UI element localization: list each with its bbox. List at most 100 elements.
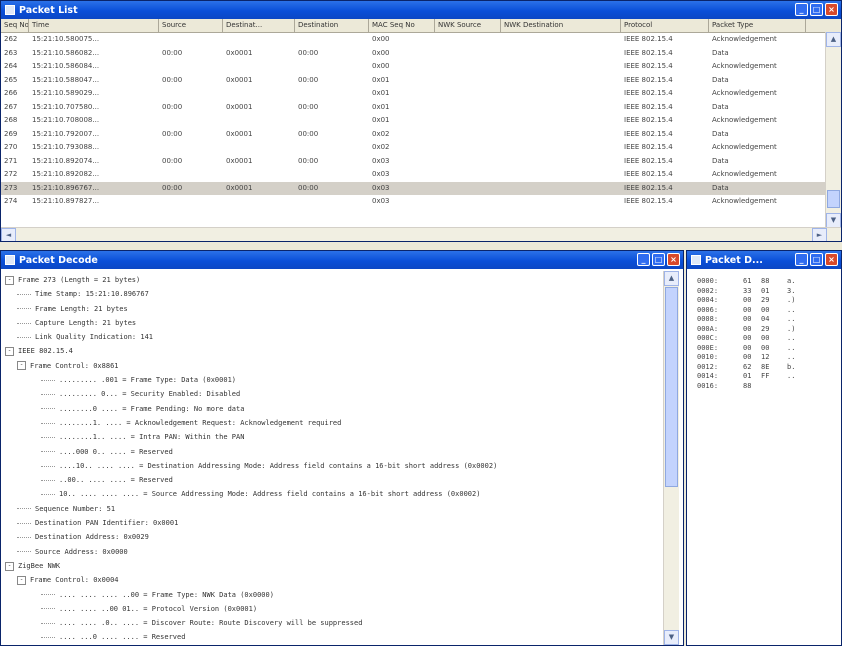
tree-node[interactable]: Destination Address: 0x0029 — [5, 530, 497, 544]
tree-node[interactable]: - Frame Control: 0x0004 — [5, 573, 497, 587]
collapse-toggle-icon[interactable]: - — [17, 575, 26, 585]
hex-row[interactable]: 000A: 00 29.) — [697, 325, 795, 335]
scroll-right-icon[interactable]: ► — [812, 228, 827, 241]
hex-offset: 0000: — [697, 277, 719, 285]
tree-node[interactable]: .... .... .... ..00 = Frame Type: NWK Da… — [5, 588, 497, 602]
tree-node-label: IEEE 802.15.4 — [18, 347, 73, 356]
tree-node[interactable]: .... .... ..00 01.. = Protocol Version (… — [5, 602, 497, 616]
minimize-icon[interactable]: _ — [637, 253, 650, 266]
table-cell — [223, 33, 295, 47]
tree-node[interactable]: Frame Length: 21 bytes — [5, 302, 497, 316]
hex-row[interactable]: 000E: 00 00.. — [697, 344, 795, 354]
tree-node[interactable]: 10.. .... .... .... = Source Addressing … — [5, 487, 497, 501]
collapse-toggle-icon[interactable]: - — [5, 347, 14, 357]
column-header[interactable]: Seq No — [1, 19, 29, 32]
tree-node-label: .... ...0 .... .... = Reserved — [59, 633, 186, 642]
table-row[interactable]: 272 15:21:10.892082... 0x03 IEEE 802.15.4 Ac… — [1, 168, 841, 182]
tree-node[interactable]: ......... .001 = Frame Type: Data (0x000… — [5, 373, 497, 387]
packet-decode-titlebar[interactable]: Packet Decode _ □ × — [1, 251, 683, 269]
hex-row[interactable]: 0004: 00 29.) — [697, 296, 795, 306]
tree-node[interactable]: ........0 .... = Frame Pending: No more … — [5, 402, 497, 416]
packet-data-titlebar[interactable]: Packet D... _ □ × — [687, 251, 841, 269]
hex-row[interactable]: 0006: 00 00.. — [697, 306, 795, 316]
tree-node[interactable]: - Frame 273 (Length = 21 bytes) — [5, 273, 497, 287]
column-header[interactable]: MAC Seq No — [369, 19, 435, 32]
table-row[interactable]: 274 15:21:10.897827... 0x03 IEEE 802.15.4 Ac… — [1, 195, 841, 209]
hex-row[interactable]: 0014: 01 FF.. — [697, 372, 795, 382]
packet-list-hscroll[interactable]: ◄ ► — [1, 227, 841, 241]
tree-node[interactable]: ..00.. .... .... = Reserved — [5, 473, 497, 487]
tree-node[interactable]: .... ...0 .... .... = Reserved — [5, 630, 497, 644]
hex-row[interactable]: 0016: 88 — [697, 382, 795, 392]
table-cell: 272 — [4, 170, 18, 178]
tree-node[interactable]: - Frame Control: 0x8861 — [5, 359, 497, 373]
maximize-icon[interactable]: □ — [652, 253, 665, 266]
tree-node[interactable]: ....10.. .... .... = Destination Address… — [5, 459, 497, 473]
table-row[interactable]: 267 15:21:10.707580... 00:00 0x0001 00:00 0x0… — [1, 101, 841, 115]
column-header[interactable]: Source — [159, 19, 223, 32]
column-header[interactable]: NWK Destination — [501, 19, 621, 32]
column-header[interactable]: NWK Source — [435, 19, 501, 32]
hex-row[interactable]: 0010: 00 12.. — [697, 353, 795, 363]
maximize-icon[interactable]: □ — [810, 253, 823, 266]
table-row[interactable]: 273 15:21:10.896767... 00:00 0x0001 00:00 0x0… — [1, 181, 841, 195]
minimize-icon[interactable]: _ — [795, 3, 808, 16]
column-header[interactable]: Packet Type — [709, 19, 806, 32]
column-header[interactable]: Destination — [295, 19, 369, 32]
table-row[interactable]: 270 15:21:10.793088... 0x02 IEEE 802.15.4 Ac… — [1, 141, 841, 155]
table-row[interactable]: 271 15:21:10.892074... 00:00 0x0001 00:00 0x0… — [1, 155, 841, 169]
close-icon[interactable]: × — [825, 253, 838, 266]
tree-node[interactable]: Time Stamp: 15:21:10.896767 — [5, 287, 497, 301]
column-header[interactable]: Protocol — [621, 19, 709, 32]
maximize-icon[interactable]: □ — [810, 3, 823, 16]
scroll-up-icon[interactable]: ▲ — [826, 32, 841, 47]
hex-row[interactable]: 0012: 62 8E b. — [697, 363, 795, 373]
tree-node[interactable]: ....000 0.. .... = Reserved — [5, 445, 497, 459]
hex-row[interactable]: 0000: 61 88 a. — [697, 277, 795, 287]
scroll-thumb[interactable] — [827, 190, 840, 208]
column-header[interactable]: Destinat... — [223, 19, 295, 32]
tree-node[interactable]: Capture Length: 21 bytes — [5, 316, 497, 330]
hex-row[interactable]: 000C: 00 00.. — [697, 334, 795, 344]
packet-list-vscroll[interactable]: ▲ ▼ — [825, 32, 841, 228]
tree-node[interactable]: .... .... .0.. .... = Discover Route: Ro… — [5, 616, 497, 630]
table-cell: 00:00 — [162, 183, 183, 192]
tree-node[interactable]: - ZigBee NWK — [5, 559, 497, 573]
scroll-down-icon[interactable]: ▼ — [664, 630, 679, 645]
hex-row[interactable]: 0002: 33 01 3. — [697, 287, 795, 297]
collapse-toggle-icon[interactable]: - — [5, 561, 14, 571]
tree-node[interactable]: Sequence Number: 51 — [5, 502, 497, 516]
tree-node[interactable]: - IEEE 802.15.4 — [5, 344, 497, 358]
table-row[interactable]: 264 15:21:10.586084... 0x00 IEEE 802.15.4 Ac… — [1, 60, 841, 74]
minimize-icon[interactable]: _ — [795, 253, 808, 266]
table-row[interactable]: 268 15:21:10.708008... 0x01 IEEE 802.15.4 Ac… — [1, 114, 841, 128]
scroll-up-icon[interactable]: ▲ — [664, 271, 679, 286]
tree-node[interactable]: Link Quality Indication: 141 — [5, 330, 497, 344]
packet-list-titlebar[interactable]: Packet List _ □ × — [1, 1, 841, 19]
table-row[interactable]: 269 15:21:10.792007... 00:00 0x0001 00:00 0x0… — [1, 128, 841, 142]
table-cell: 00:00 — [162, 75, 183, 84]
table-cell: 0x0001 — [226, 129, 253, 138]
column-header[interactable]: Time — [29, 19, 159, 32]
tree-node[interactable]: ........1.. .... = Intra PAN: Within the… — [5, 430, 497, 444]
table-cell: 0x01 — [372, 75, 390, 84]
table-row[interactable]: 265 15:21:10.588047... 00:00 0x0001 00:00 0x0… — [1, 74, 841, 88]
tree-node[interactable]: Destination PAN Identifier: 0x0001 — [5, 516, 497, 530]
table-row[interactable]: 263 15:21:10.586082... 00:00 0x0001 00:00 0x0… — [1, 47, 841, 61]
scroll-thumb[interactable] — [665, 287, 678, 487]
collapse-toggle-icon[interactable]: - — [5, 275, 14, 285]
close-icon[interactable]: × — [667, 253, 680, 266]
table-row[interactable]: 262 15:21:10.580075... 0x00 IEEE 802.15.4 Ac… — [1, 33, 841, 47]
close-icon[interactable]: × — [825, 3, 838, 16]
hex-row[interactable]: 0008: 00 04.. — [697, 315, 795, 325]
decode-vscroll[interactable]: ▲ ▼ — [663, 271, 679, 645]
tree-node[interactable]: Source Address: 0x0000 — [5, 545, 497, 559]
tree-node[interactable]: ......... 0... = Security Enabled: Disab… — [5, 387, 497, 401]
table-row[interactable]: 266 15:21:10.589029... 0x01 IEEE 802.15.4 Ac… — [1, 87, 841, 101]
table-cell — [295, 141, 369, 155]
scroll-down-icon[interactable]: ▼ — [826, 213, 841, 228]
scroll-left-icon[interactable]: ◄ — [1, 228, 16, 241]
tree-node[interactable]: ........1. .... = Acknowledgement Reques… — [5, 416, 497, 430]
collapse-toggle-icon[interactable]: - — [17, 361, 26, 371]
packet-list-title: Packet List — [19, 4, 78, 16]
